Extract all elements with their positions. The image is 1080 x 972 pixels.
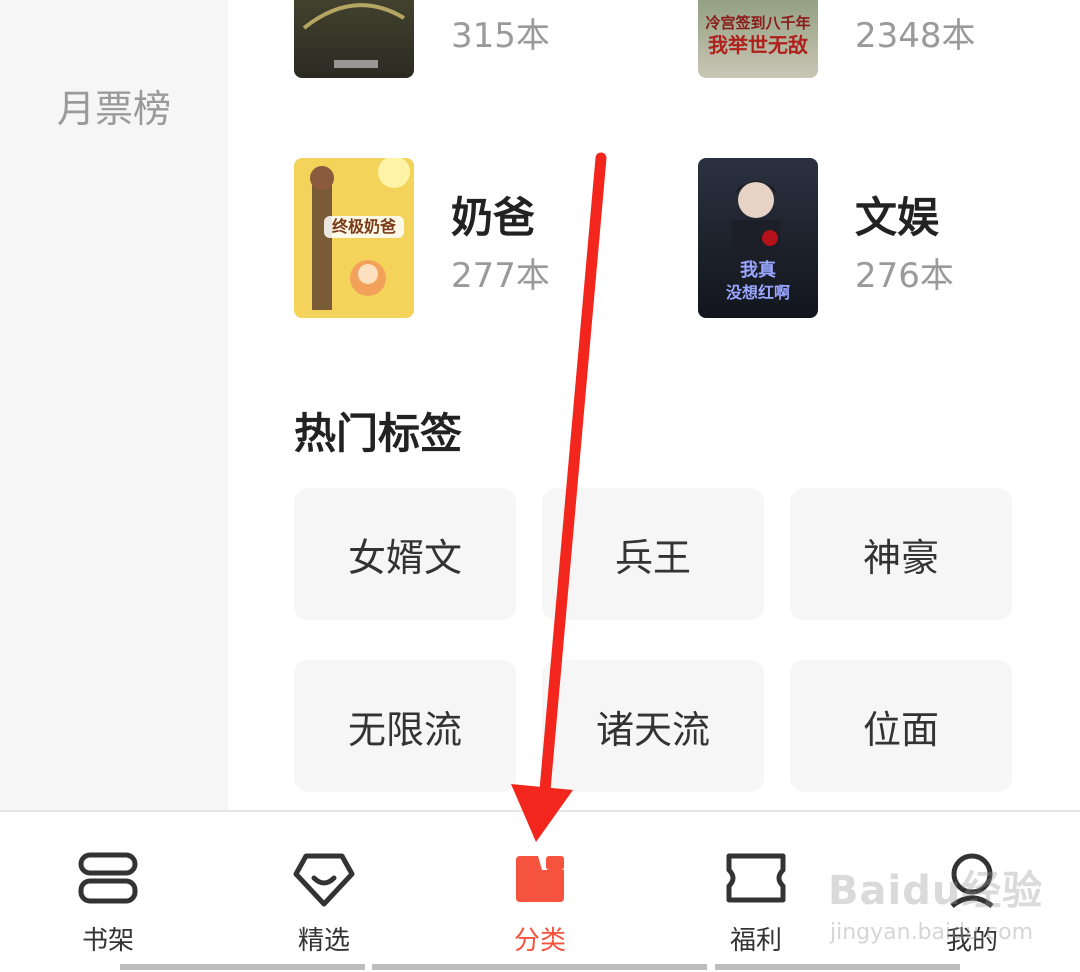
book-cover[interactable]: 我真 没想红啊 xyxy=(698,158,818,318)
ticket-icon xyxy=(725,852,787,908)
category-count: 315本 xyxy=(451,16,550,56)
sidebar-item-monthly-ticket-rank[interactable]: 月票榜 xyxy=(0,78,228,133)
diamond-icon xyxy=(292,852,356,912)
category-content: 315本 冷宫签到八千年 我举世无敌 2348本 终极奶爸 奶爸 277本 我真… xyxy=(228,0,1080,810)
category-title: 奶爸 xyxy=(451,193,536,242)
tag-button[interactable]: 无限流 xyxy=(294,660,516,792)
nav-label: 精选 xyxy=(297,926,350,956)
category-card[interactable]: 315本 xyxy=(294,0,654,80)
category-count: 277本 xyxy=(451,256,550,296)
tag-button[interactable]: 兵王 xyxy=(542,488,764,620)
category-count: 2348本 xyxy=(855,16,976,56)
category-card-wenyu[interactable]: 我真 没想红啊 文娱 276本 xyxy=(698,158,1058,320)
baidu-watermark-url: jingyan.baidu.com xyxy=(830,920,1034,945)
svg-text:我举世无敌: 我举世无敌 xyxy=(708,33,808,57)
gesture-bar xyxy=(372,964,707,970)
tag-button[interactable]: 神豪 xyxy=(790,488,1012,620)
category-card[interactable]: 冷宫签到八千年 我举世无敌 2348本 xyxy=(698,0,1058,80)
category-sidebar: 月票榜 xyxy=(0,0,228,810)
category-card-naiba[interactable]: 终极奶爸 奶爸 277本 xyxy=(294,158,654,320)
baidu-watermark: Baidu经验 xyxy=(828,868,1044,914)
book-cover[interactable] xyxy=(294,0,414,78)
book-cover[interactable]: 冷宫签到八千年 我举世无敌 xyxy=(698,0,818,78)
category-count: 276本 xyxy=(855,256,954,296)
nav-bookshelf[interactable]: 书架 xyxy=(0,812,216,972)
hot-tags-title: 热门标签 xyxy=(294,409,463,458)
tag-button[interactable]: 女婿文 xyxy=(294,488,516,620)
nav-label: 书架 xyxy=(81,926,134,956)
tag-button[interactable]: 诸天流 xyxy=(542,660,764,792)
gesture-bar xyxy=(120,964,365,970)
svg-text:没想红啊: 没想红啊 xyxy=(726,283,790,302)
tag-button[interactable]: 位面 xyxy=(790,660,1012,792)
svg-text:冷宫签到八千年: 冷宫签到八千年 xyxy=(705,14,810,32)
bookshelf-icon xyxy=(78,852,138,908)
nav-label: 分类 xyxy=(513,926,566,956)
nav-category[interactable]: 分类 xyxy=(432,812,648,972)
gesture-bar xyxy=(715,964,960,970)
category-icon xyxy=(512,852,568,908)
svg-text:我真: 我真 xyxy=(740,259,776,281)
nav-featured[interactable]: 精选 xyxy=(216,812,432,972)
book-cover[interactable]: 终极奶爸 xyxy=(294,158,414,318)
svg-text:终极奶爸: 终极奶爸 xyxy=(332,217,396,236)
category-title: 文娱 xyxy=(855,193,940,242)
